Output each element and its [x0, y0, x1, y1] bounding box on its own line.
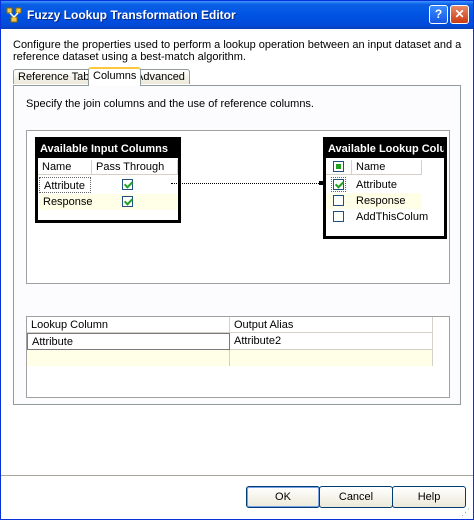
tab-columns[interactable]: Columns	[88, 67, 142, 86]
input-name-header: Name	[38, 160, 92, 175]
lookup-column-checkbox[interactable]	[333, 195, 344, 206]
available-input-columns-box[interactable]: Available Input Columns Name Pass Throug…	[35, 137, 181, 223]
input-columns-title: Available Input Columns	[38, 140, 178, 158]
ok-button[interactable]: OK	[246, 486, 320, 508]
output-alias-cell[interactable]: Attribute2	[230, 333, 433, 350]
editor-window: Fuzzy Lookup Transformation Editor ? ✕ C…	[0, 0, 474, 520]
pass-through-cell	[92, 177, 178, 193]
column-mapping-surface[interactable]: Available Input Columns Name Pass Throug…	[26, 130, 450, 284]
lookup-column-name[interactable]: AddThisColum	[352, 209, 428, 225]
title-bar[interactable]: Fuzzy Lookup Transformation Editor ? ✕	[1, 1, 473, 29]
title-help-button[interactable]: ?	[429, 5, 448, 24]
input-column-name[interactable]: Response	[39, 194, 93, 210]
select-all-checkbox[interactable]	[333, 161, 344, 172]
lookup-column-name[interactable]: Response	[352, 193, 422, 209]
window-title: Fuzzy Lookup Transformation Editor	[27, 8, 236, 22]
new-row-alias-cell[interactable]	[230, 350, 433, 366]
dialog-body: Configure the properties used to perform…	[1, 29, 473, 519]
available-lookup-columns-box[interactable]: Available Lookup Colu Name Attribute Res…	[323, 137, 447, 239]
instructions-text: Specify the join columns and the use of …	[26, 98, 314, 110]
pass-through-checkbox[interactable]	[122, 179, 133, 190]
pass-through-checkbox[interactable]	[122, 196, 133, 207]
lookup-column-checkbox[interactable]	[333, 211, 344, 222]
dialog-description: Configure the properties used to perform…	[13, 39, 462, 63]
lookup-name-header: Name	[352, 160, 422, 175]
lookup-column-header[interactable]: Lookup Column	[27, 317, 230, 333]
lookup-columns-title: Available Lookup Colu	[326, 140, 444, 158]
new-row-lookup-cell[interactable]	[27, 350, 230, 366]
pass-through-header: Pass Through	[92, 160, 178, 175]
lookup-select-all-header	[326, 160, 352, 175]
output-alias-header[interactable]: Output Alias	[230, 317, 433, 333]
lookup-check-cell	[326, 177, 352, 193]
input-column-name[interactable]: Attribute	[39, 177, 91, 193]
lookup-column-cell[interactable]: Attribute	[27, 333, 230, 350]
columns-tab-panel: Specify the join columns and the use of …	[13, 85, 461, 405]
lookup-column-name[interactable]: Attribute	[352, 177, 422, 193]
cancel-button[interactable]: Cancel	[319, 486, 393, 508]
resize-grip-icon[interactable]: ⋰	[461, 507, 471, 517]
lookup-column-checkbox[interactable]	[331, 177, 346, 192]
data-flow-icon	[6, 7, 22, 23]
button-separator	[1, 475, 473, 476]
join-line[interactable]	[171, 183, 321, 184]
lookup-column-grid: Lookup Column Output Alias Attribute Att…	[26, 316, 450, 398]
close-button[interactable]: ✕	[450, 5, 469, 24]
help-button[interactable]: Help	[392, 486, 466, 508]
